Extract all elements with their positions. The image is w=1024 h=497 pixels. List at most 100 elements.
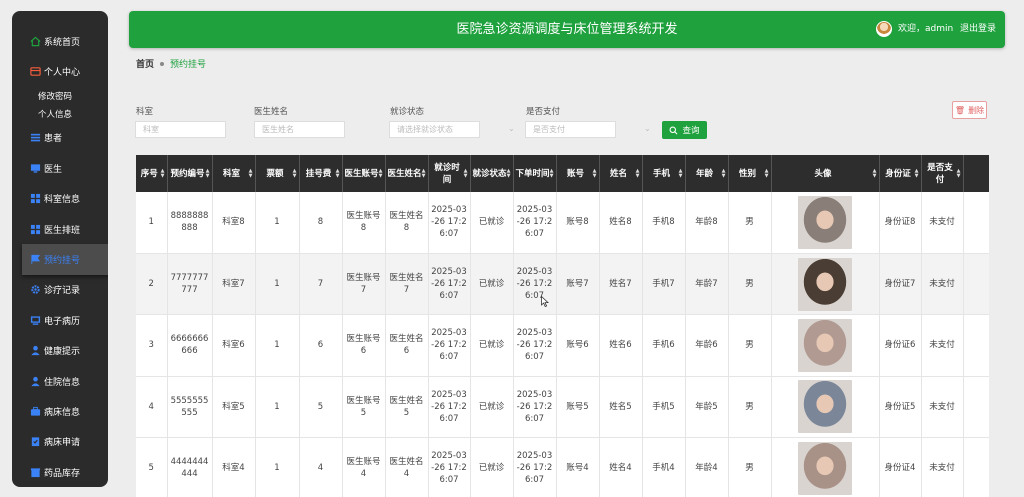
- sort-icon[interactable]: ▲ ▼: [873, 168, 877, 179]
- column-header[interactable]: 预约编号 ▲ ▼: [167, 155, 213, 192]
- table-cell: 男: [728, 376, 772, 439]
- sort-icon[interactable]: ▲ ▼: [507, 168, 511, 179]
- table-cell: 医生姓名7: [385, 253, 429, 316]
- column-header[interactable]: 账号 ▲ ▼: [556, 155, 600, 192]
- table-cell: 科室5: [212, 376, 256, 439]
- table-cell-actions: [963, 192, 989, 254]
- table-cell: 账号6: [556, 314, 600, 377]
- column-header[interactable]: 票额 ▲ ▼: [255, 155, 300, 192]
- column-header[interactable]: 科室 ▲ ▼: [212, 155, 256, 192]
- submenu-personal-info[interactable]: 个人信息: [12, 105, 108, 123]
- column-header[interactable]: 就诊状态 ▲ ▼: [470, 155, 514, 192]
- sidebar-item-home[interactable]: 系统首页: [12, 26, 108, 56]
- delete-button[interactable]: 🗑 删除: [952, 101, 987, 119]
- table-cell: 2025-03-26 17:26:07: [513, 253, 557, 316]
- column-header[interactable]: 挂号费 ▲ ▼: [299, 155, 343, 192]
- column-header[interactable]: 下单时间 ▲ ▼: [513, 155, 557, 192]
- table-cell: 年龄5: [685, 376, 729, 439]
- table-cell: 医生账号5: [342, 376, 386, 439]
- grid-icon: [30, 224, 41, 235]
- table-row[interactable]: 5 4444444444 科室4 1 4 医生账号4 医生姓名4 2025-03-26 17:…: [136, 437, 989, 497]
- sort-icon[interactable]: ▲ ▼: [206, 168, 210, 179]
- column-header[interactable]: 身份证 ▲ ▼: [879, 155, 922, 192]
- table-cell: 2025-03-26 17:26:07: [428, 253, 471, 316]
- delete-button-label: 删除: [968, 105, 985, 115]
- breadcrumb: 首页 预约挂号: [136, 57, 206, 70]
- column-header[interactable]: 年龄 ▲ ▼: [685, 155, 729, 192]
- sidebar-item-emr[interactable]: 电子病历: [12, 305, 108, 335]
- paid-select[interactable]: 是否支付: [525, 121, 616, 138]
- personal-center-icon: [30, 66, 41, 77]
- column-header[interactable]: 医生姓名 ▲ ▼: [385, 155, 429, 192]
- sort-icon[interactable]: ▲ ▼: [957, 168, 961, 179]
- sort-icon[interactable]: ▲ ▼: [679, 168, 683, 179]
- sort-icon[interactable]: ▲ ▼: [249, 168, 253, 179]
- table-cell: 科室7: [212, 253, 256, 316]
- sort-icon[interactable]: ▲ ▼: [765, 168, 769, 179]
- sort-icon[interactable]: ▲ ▼: [336, 168, 340, 179]
- doctor-name-input[interactable]: 医生姓名: [254, 121, 345, 138]
- column-header-label: 科室: [222, 168, 240, 179]
- sort-icon[interactable]: ▲ ▼: [422, 168, 426, 179]
- sidebar-item-drug-stock[interactable]: 药品库存: [12, 457, 108, 487]
- submenu-change-password[interactable]: 修改密码: [12, 87, 108, 105]
- sidebar-item-appointment[interactable]: 预约挂号: [22, 244, 108, 275]
- column-header-label: 挂号费: [305, 168, 332, 179]
- avatar[interactable]: [876, 21, 892, 37]
- column-header[interactable]: 性别 ▲ ▼: [728, 155, 772, 192]
- column-header[interactable]: 就诊时间 ▲ ▼: [428, 155, 471, 192]
- sidebar-item-department[interactable]: 科室信息: [12, 184, 108, 214]
- dept-input[interactable]: 科室: [135, 121, 226, 138]
- table-row[interactable]: 3 6666666666 科室6 1 6 医生账号6 医生姓名6 2025-03-26 17:…: [136, 314, 989, 377]
- sort-icon[interactable]: ▲ ▼: [550, 168, 554, 179]
- sidebar-item-doctor[interactable]: 医生: [12, 153, 108, 183]
- sidebar-item-bed-info[interactable]: 病床信息: [12, 396, 108, 426]
- sidebar-item-bed-apply[interactable]: 病床申请: [12, 427, 108, 457]
- column-header[interactable]: 序号 ▲ ▼: [136, 155, 168, 192]
- trash-icon: 🗑: [954, 105, 966, 115]
- column-header[interactable]: 头像 ▲ ▼: [771, 155, 880, 192]
- visit-status-select[interactable]: 请选择就诊状态: [389, 121, 480, 138]
- table-cell: 2025-03-26 17:26:07: [428, 192, 471, 254]
- breadcrumb-separator: [160, 61, 165, 66]
- search-icon: [670, 126, 678, 134]
- column-header[interactable]: 姓名 ▲ ▼: [599, 155, 643, 192]
- table-cell: 手机5: [642, 376, 686, 439]
- sort-icon[interactable]: ▲ ▼: [915, 168, 919, 179]
- table-row[interactable]: 4 5555555555 科室5 1 5 医生账号5 医生姓名5 2025-03-26 17:…: [136, 376, 989, 439]
- table-cell: 科室8: [212, 192, 256, 254]
- column-header[interactable]: 手机 ▲ ▼: [642, 155, 686, 192]
- sidebar-item-personal-center[interactable]: 个人中心: [12, 56, 108, 86]
- sort-icon[interactable]: ▲ ▼: [593, 168, 597, 179]
- table-cell: 身份证7: [879, 253, 922, 316]
- column-header-label: 手机: [652, 168, 670, 179]
- avatar-photo: [798, 318, 852, 372]
- dept-label: 科室: [136, 107, 154, 117]
- table-cell: 2025-03-26 17:26:07: [513, 437, 557, 497]
- column-header[interactable]: 是否支付 ▲ ▼: [921, 155, 964, 192]
- column-header[interactable]: 医生账号 ▲ ▼: [342, 155, 386, 192]
- sort-icon[interactable]: ▲ ▼: [464, 168, 468, 179]
- sort-icon[interactable]: ▲ ▼: [722, 168, 726, 179]
- table-cell: 2025-03-26 17:26:07: [428, 437, 471, 497]
- table-cell: 5555555555: [167, 376, 213, 439]
- sidebar-top-spacer: [12, 11, 108, 26]
- table-row[interactable]: 1 8888888888 科室8 1 8 医生账号8 医生姓名8 2025-03-26 17:…: [136, 192, 989, 254]
- table-cell: 已就诊: [470, 314, 514, 377]
- sidebar-item-health-tips[interactable]: 健康提示: [12, 336, 108, 366]
- logout-link[interactable]: 退出登录: [960, 11, 996, 48]
- table-row[interactable]: 2 7777777777 科室7 1 7 医生账号7 医生姓名7 2025-03-26 17:…: [136, 253, 989, 316]
- sort-icon[interactable]: ▲ ▼: [293, 168, 297, 179]
- table-cell: 手机6: [642, 314, 686, 377]
- sidebar-item-schedule[interactable]: 医生排班: [12, 214, 108, 244]
- search-button[interactable]: 查询: [662, 121, 707, 139]
- table-cell: 年龄6: [685, 314, 729, 377]
- table-cell: 8888888888: [167, 192, 213, 254]
- sort-icon[interactable]: ▲ ▼: [636, 168, 640, 179]
- sort-icon[interactable]: ▲ ▼: [379, 168, 383, 179]
- sort-icon[interactable]: ▲ ▼: [161, 168, 165, 179]
- breadcrumb-home[interactable]: 首页: [136, 57, 154, 70]
- sidebar-item-hospitalization[interactable]: 住院信息: [12, 366, 108, 396]
- sidebar-item-patient[interactable]: 患者: [12, 123, 108, 153]
- sidebar-item-records[interactable]: 诊疗记录: [12, 275, 108, 305]
